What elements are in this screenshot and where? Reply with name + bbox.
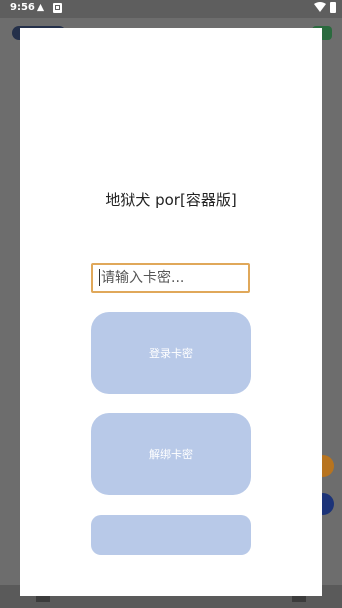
wifi-icon [314, 2, 326, 12]
text-cursor [99, 269, 100, 286]
login-card-button[interactable]: 登录卡密 [91, 312, 251, 394]
unbind-card-button[interactable]: 解绑卡密 [91, 413, 251, 495]
partially-visible-button[interactable] [91, 515, 251, 555]
status-time: 9:56 [10, 2, 35, 13]
login-dialog: 地狱犬 por[容器版] 登录卡密 解绑卡密 [20, 28, 322, 596]
screen: 9:56 地狱犬 por[容器版] 登录卡密 解绑卡密 [0, 0, 342, 608]
battery-icon [330, 2, 336, 13]
status-bar: 9:56 [0, 0, 342, 18]
dialog-title: 地狱犬 por[容器版] [105, 191, 237, 209]
card-key-input[interactable] [91, 263, 250, 293]
sim-icon [53, 3, 62, 13]
notification-icon [36, 3, 45, 12]
background-nav-item-right [292, 596, 306, 602]
background-nav-item-left [36, 596, 50, 602]
